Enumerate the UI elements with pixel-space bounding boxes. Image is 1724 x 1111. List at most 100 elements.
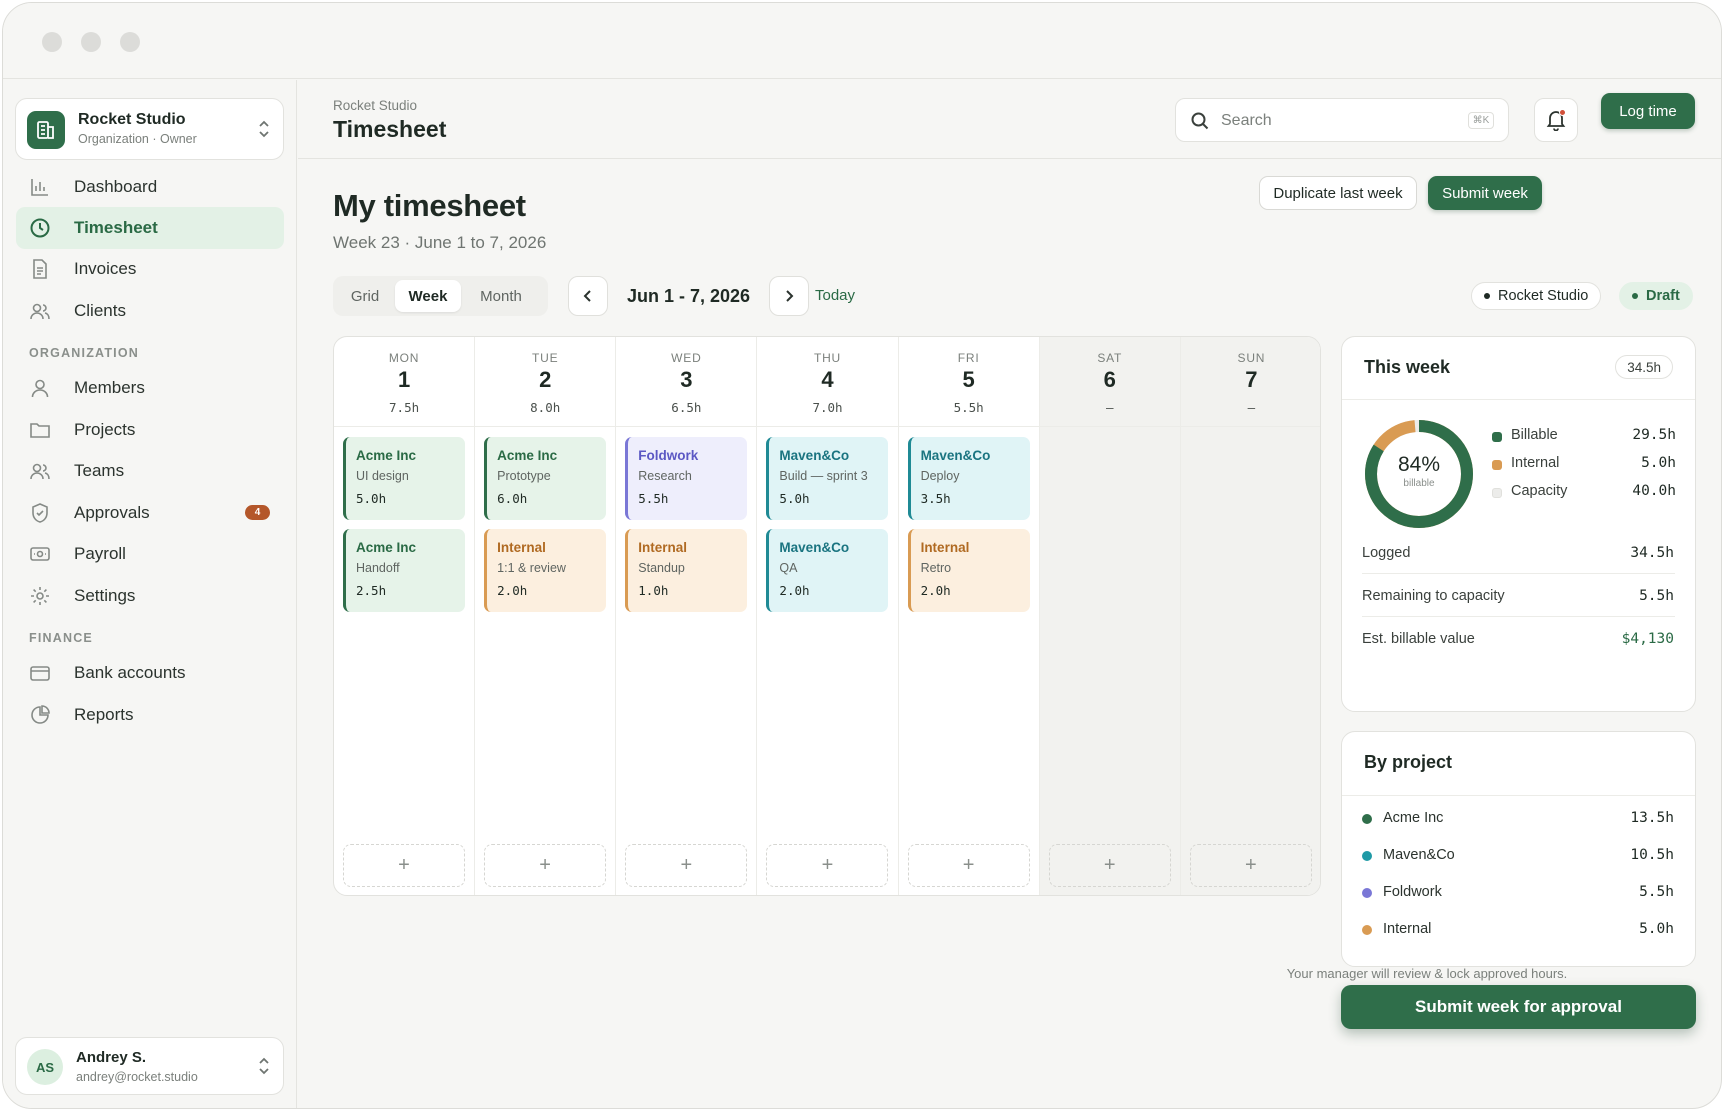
stat-label: Remaining to capacity xyxy=(1362,588,1505,604)
org-switcher[interactable]: Rocket Studio Organization · Owner xyxy=(15,98,284,160)
shield-check-icon xyxy=(29,502,51,524)
org-role: Organization · Owner xyxy=(78,132,197,146)
sidebar-item-bank-accounts[interactable]: Bank accounts xyxy=(16,652,284,694)
entry-hours: 5.0h xyxy=(779,491,810,506)
nav-section-organization: ORGANIZATION xyxy=(29,346,139,360)
entry-project: Maven&Co xyxy=(920,448,991,463)
time-entry[interactable]: Maven&Co QA 2.0h xyxy=(766,529,889,612)
next-week-button[interactable] xyxy=(769,276,809,316)
day-total-hours: 7.5h xyxy=(389,400,420,415)
legend-swatch xyxy=(1492,460,1502,470)
tab-week[interactable]: Week xyxy=(395,280,461,312)
entry-task: QA xyxy=(779,561,798,575)
submit-for-approval-button[interactable]: Submit week for approval xyxy=(1341,985,1696,1029)
project-hours: 5.0h xyxy=(1639,921,1674,937)
time-entry[interactable]: Acme Inc Prototype 6.0h xyxy=(484,437,607,520)
window-maximize-dot[interactable] xyxy=(120,32,140,52)
search-input[interactable]: Search ⌘K xyxy=(1175,98,1509,142)
time-entry[interactable]: Foldwork Research 5.5h xyxy=(625,437,748,520)
entry-task: Retro xyxy=(920,561,952,575)
sidebar-item-approvals[interactable]: Approvals 4 xyxy=(16,492,284,534)
tab-grid[interactable]: Grid xyxy=(337,280,393,312)
time-entry[interactable]: Maven&Co Deploy 3.5h xyxy=(907,437,1030,520)
org-pill-label: Rocket Studio xyxy=(1498,288,1589,304)
stat-value: 34.5h xyxy=(1630,545,1674,561)
chevron-left-icon xyxy=(581,289,595,303)
org-filter-pill[interactable]: Rocket Studio xyxy=(1471,282,1602,310)
add-entry-button[interactable]: + xyxy=(343,844,465,887)
sidebar-item-teams[interactable]: Teams xyxy=(16,450,284,492)
sidebar-item-members[interactable]: Members xyxy=(16,367,284,409)
sidebar-item-label: Invoices xyxy=(74,259,137,278)
sidebar-item-label: Timesheet xyxy=(74,218,158,237)
day-column-sun: SUN 7 – + xyxy=(1180,337,1320,895)
sidebar-item-reports[interactable]: Reports xyxy=(16,694,284,736)
top-bar: Rocket Studio Timesheet Search ⌘K Log ti… xyxy=(298,80,1721,159)
window-close-dot[interactable] xyxy=(42,32,62,52)
breadcrumb[interactable]: Rocket Studio xyxy=(333,98,417,113)
entry-hours: 2.0h xyxy=(779,583,810,598)
entry-hours: 2.0h xyxy=(920,583,951,598)
time-entry[interactable]: Internal Retro 2.0h xyxy=(907,529,1030,612)
time-entry[interactable]: Internal 1:1 & review 2.0h xyxy=(484,529,607,612)
today-link[interactable]: Today xyxy=(815,287,855,304)
week-stat-row: Remaining to capacity 5.5h xyxy=(1362,588,1674,604)
day-number: 7 xyxy=(1245,367,1258,392)
legend-swatch xyxy=(1492,432,1502,442)
entry-project: Acme Inc xyxy=(356,540,417,555)
time-entry[interactable]: Acme Inc UI design 5.0h xyxy=(343,437,465,520)
project-color-dot xyxy=(1362,851,1372,861)
week-subtitle: Week 23 · June 1 to 7, 2026 xyxy=(333,233,547,252)
user-switcher[interactable]: AS Andrey S. andrey@rocket.studio xyxy=(15,1037,284,1095)
banknote-icon xyxy=(29,543,51,565)
add-entry-button[interactable]: + xyxy=(766,844,889,887)
add-entry-button[interactable]: + xyxy=(1189,844,1312,887)
day-column-tue: TUE 2 8.0h Acme Inc Prototype 6.0h Internal 1:1… xyxy=(475,337,617,895)
status-badge: Draft xyxy=(1619,282,1693,310)
tab-month[interactable]: Month xyxy=(465,280,537,312)
sidebar-item-projects[interactable]: Projects xyxy=(16,409,284,451)
duplicate-last-week-button[interactable]: Duplicate last week xyxy=(1259,176,1417,210)
time-entry[interactable]: Maven&Co Build — sprint 3 5.0h xyxy=(766,437,889,520)
avatar: AS xyxy=(27,1049,63,1085)
add-entry-button[interactable]: + xyxy=(1048,844,1171,887)
day-column-thu: THU 4 7.0h Maven&Co Build — sprint 3 5.0h Mave… xyxy=(757,337,899,895)
billable-percent-label: billable xyxy=(1403,478,1435,489)
sidebar-item-label: Settings xyxy=(74,586,136,605)
add-entry-button[interactable]: + xyxy=(907,844,1030,887)
sidebar-item-dashboard[interactable]: Dashboard xyxy=(16,166,284,208)
sidebar-item-label: Bank accounts xyxy=(74,663,186,682)
day-header: WED 3 6.5h xyxy=(616,337,757,427)
timesheet-heading: My timesheet xyxy=(333,188,526,223)
day-of-week: FRI xyxy=(957,351,980,365)
time-entry[interactable]: Internal Standup 1.0h xyxy=(625,529,748,612)
previous-week-button[interactable] xyxy=(568,276,608,316)
clock-icon xyxy=(29,217,51,239)
time-entry[interactable]: Acme Inc Handoff 2.5h xyxy=(343,529,465,612)
notifications-button[interactable] xyxy=(1534,98,1578,142)
submit-week-button[interactable]: Submit week xyxy=(1428,176,1542,210)
by-project-card: By project Acme Inc 13.5h Maven&Co 10.5h Fol… xyxy=(1341,731,1696,967)
sidebar-item-settings[interactable]: Settings xyxy=(16,575,284,617)
add-entry-button[interactable]: + xyxy=(484,844,607,887)
sidebar-item-payroll[interactable]: Payroll xyxy=(16,533,284,575)
week-stat-row: Logged 34.5h xyxy=(1362,545,1674,561)
log-time-button[interactable]: Log time xyxy=(1601,93,1695,129)
this-week-card: This week 34.5h 84% billable Billable 29.… xyxy=(1341,336,1696,712)
project-color-dot xyxy=(1362,814,1372,824)
chevron-updown-icon xyxy=(257,1055,271,1077)
entry-project: Maven&Co xyxy=(779,448,850,463)
chevron-updown-icon xyxy=(257,118,271,140)
day-of-week: MON xyxy=(388,351,420,365)
week-calendar: MON 1 7.5h Acme Inc UI design 5.0h Acme Inc Han… xyxy=(333,336,1321,896)
sidebar-item-clients[interactable]: Clients xyxy=(16,290,284,332)
window-minimize-dot[interactable] xyxy=(81,32,101,52)
sidebar-item-timesheet[interactable]: Timesheet xyxy=(16,207,284,249)
day-total-hours: – xyxy=(1247,400,1256,415)
sidebar-item-invoices[interactable]: Invoices xyxy=(16,248,284,290)
stat-label: Est. billable value xyxy=(1362,631,1475,647)
project-color-dot xyxy=(1362,925,1372,935)
entry-task: Prototype xyxy=(497,469,551,483)
add-entry-button[interactable]: + xyxy=(625,844,748,887)
entry-project: Internal xyxy=(497,540,546,555)
